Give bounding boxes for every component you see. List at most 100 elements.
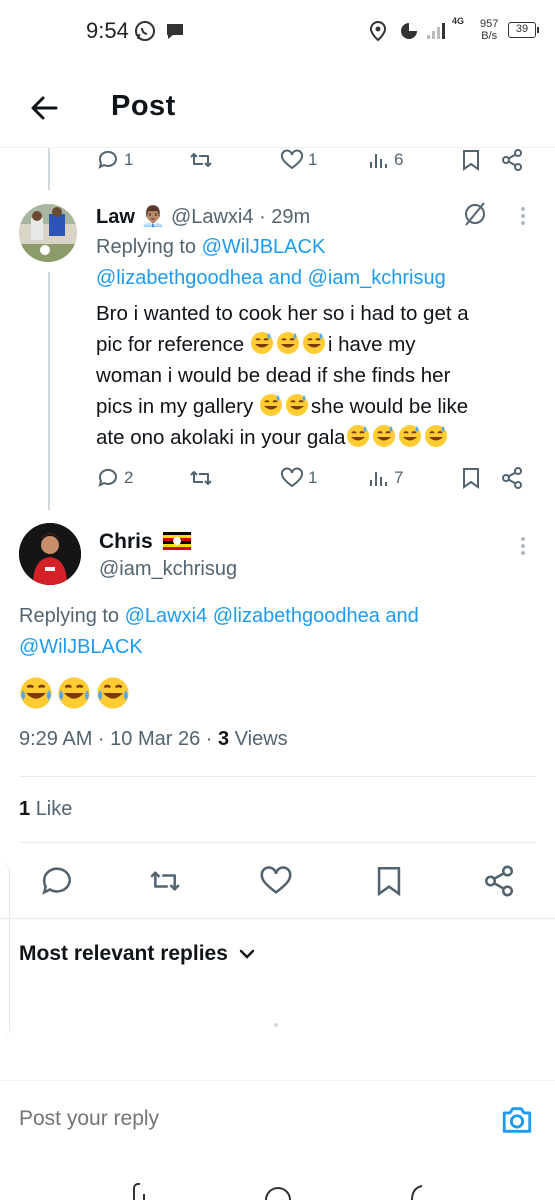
reply-input[interactable] [19,1107,419,1131]
tweet-text-line: pics in my gallery [96,395,254,418]
grinning-sweat-emoji-icon [276,332,299,354]
reply-button[interactable] [40,864,74,903]
grinning-sweat-emoji-icon [285,394,308,416]
loading-indicator [274,1023,278,1027]
avatar[interactable] [19,204,77,262]
share-button[interactable] [482,864,516,903]
prev-tweet-actions: 1 1 6 [96,148,555,176]
back-button[interactable] [22,86,66,130]
views-button[interactable]: 6 [368,148,403,172]
like-button[interactable]: 1 [280,466,317,490]
net-speed: 957 B/s [480,18,498,42]
repost-button[interactable] [188,466,214,490]
reply-button[interactable]: 2 [96,466,133,490]
sort-replies-dropdown[interactable]: Most relevant replies [19,942,256,966]
tweet-text-line: i have my [327,333,416,356]
share-button[interactable] [500,148,524,172]
whatsapp-icon [135,21,155,41]
network-type: 4G [452,16,465,26]
back-nav-icon[interactable] [408,1180,428,1200]
status-time: 9:54 [86,18,129,43]
sort-label: Most relevant replies [19,942,228,965]
app-header: Post [0,72,555,142]
chat-icon [167,24,183,39]
mention-link[interactable]: @WilJBLACK [202,236,326,258]
handle-line: @iam_kchrisug [99,558,237,581]
thread-connector [48,272,50,510]
display-name[interactable]: Chris [99,530,153,553]
replying-to: Replying to @WilJBLACK @lizabethgoodhea … [96,232,536,294]
camera-icon [502,1107,532,1133]
tweet-text-line-wrap: pics in my gallery she would be like [96,391,541,422]
grinning-sweat-emoji-icon [346,425,369,447]
handle[interactable]: @Lawxi4 [171,206,254,228]
avatar[interactable] [19,523,81,585]
share-button[interactable] [500,466,524,490]
reply-tweet-actions: 2 1 7 [96,466,555,494]
likes-summary[interactable]: 1 Like [19,798,72,821]
like-button[interactable]: 1 [280,148,317,172]
avatar-image [19,523,81,585]
name-emoji: 👨🏽‍💼 [140,206,166,228]
mention-link[interactable]: @lizabethgoodhea [96,267,263,289]
tweet-header: Chris [99,530,191,554]
reply-composer [0,1080,555,1170]
like-count: 1 [308,468,318,487]
divider [19,776,536,777]
reply-button[interactable]: 1 [96,148,133,172]
home-icon[interactable] [264,1180,292,1200]
tweet-body: Bro i wanted to cook her so i had to get… [96,298,541,453]
tweet-text-line: woman i would be dead if she finds her [96,364,451,387]
post-time: · 29m [259,206,311,228]
camera-button[interactable] [500,1103,534,1142]
mention-link[interactable]: @Lawxi4 [125,605,208,627]
more-options-button[interactable] [513,204,533,234]
views-count: 3 [217,728,230,750]
bookmark-button[interactable] [460,466,482,490]
battery-icon: 39 [508,22,539,38]
likes-label: Like [35,798,73,820]
grinning-sweat-emoji-group [250,332,328,356]
reply-count: 2 [124,468,134,487]
data-saver-icon [401,23,417,39]
views-count: 6 [394,150,404,169]
reply-count: 1 [124,150,134,169]
grinning-sweat-emoji-icon [372,425,395,447]
tweet-header: Law 👨🏽‍💼 @Lawxi4 · 29m [96,204,310,229]
divider [19,842,536,843]
grok-icon[interactable] [462,200,488,228]
comment-icon [42,867,71,895]
uganda-flag-icon [162,532,191,550]
replying-label: Replying to [96,236,197,258]
more-options-button[interactable] [513,534,533,564]
comment-icon [98,150,117,169]
tweet-text-line-wrap: pic for reference i have my [96,329,541,360]
repost-button[interactable] [188,148,214,172]
signal-icon [427,23,445,39]
bookmark-button[interactable] [460,148,482,172]
display-name[interactable]: Law [96,206,135,228]
side-handle[interactable] [0,862,10,1038]
mention-link[interactable]: @iam_kchrisug [308,267,446,289]
share-icon [484,865,514,897]
mention-link[interactable]: @WilJBLACK [19,636,143,658]
heart-icon [281,467,303,488]
heart-icon [281,149,303,170]
battery-level: 39 [515,23,529,35]
main-tweet-actions [0,864,555,902]
share-icon [502,467,522,489]
views-label[interactable]: Views [235,728,288,750]
handle[interactable]: @iam_kchrisug [99,558,237,580]
timestamp: 9:29 AM · 10 Mar 26 · [19,728,213,750]
recent-apps-icon[interactable] [128,1180,152,1200]
views-button[interactable]: 7 [368,466,403,490]
repost-button[interactable] [147,864,183,903]
grinning-sweat-emoji-icon [424,425,447,447]
tweet-body [19,676,130,715]
bookmark-button[interactable] [373,864,405,903]
and-label: and [268,267,303,289]
like-button[interactable] [259,864,293,903]
tweet-text-line-wrap: ate ono akolaki in your gala [96,422,541,453]
mention-link[interactable]: @lizabethgoodhea [213,605,380,627]
tweet-text-line: ate ono akolaki in your gala [96,426,346,449]
